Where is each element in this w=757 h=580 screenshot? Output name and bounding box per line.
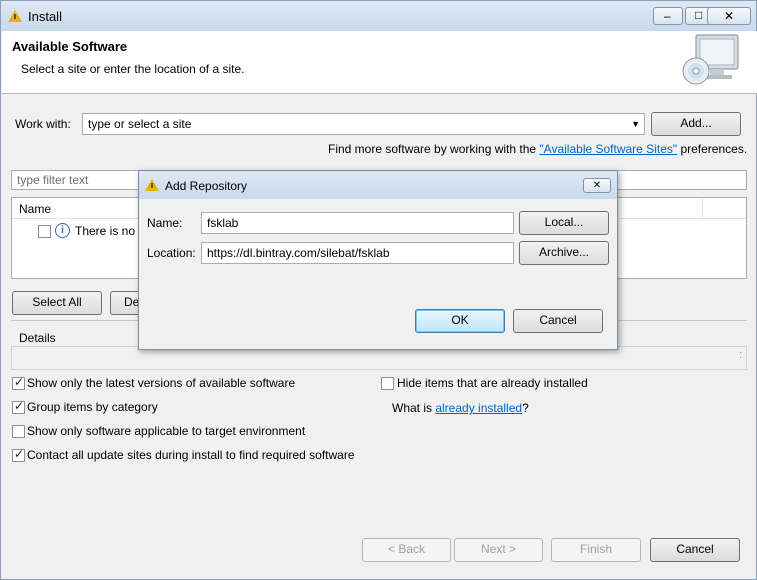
show-applicable-label: Show only software applicable to target …	[27, 424, 306, 438]
dialog-title: Add Repository	[165, 179, 248, 193]
contact-all-sites-checkbox[interactable]	[12, 447, 25, 462]
show-applicable-checkbox[interactable]	[12, 425, 25, 438]
dialog-cancel-button[interactable]: Cancel	[513, 309, 603, 333]
warning-icon	[8, 10, 22, 22]
details-scroll-icon[interactable]: ⁚	[739, 351, 742, 360]
show-latest-label: Show only the latest versions of availab…	[27, 376, 296, 390]
column-divider	[702, 198, 703, 219]
archive-button[interactable]: Archive...	[519, 241, 609, 265]
work-with-combo[interactable]: type or select a site ▼	[82, 113, 645, 135]
dialog-close-button[interactable]: ✕	[583, 178, 611, 193]
tree-row-text: There is no s	[75, 224, 145, 238]
next-button[interactable]: Next >	[454, 538, 543, 562]
dropdown-arrow-icon[interactable]: ▼	[631, 114, 640, 134]
tree-row-checkbox[interactable]	[38, 225, 51, 238]
info-icon: i	[55, 223, 70, 238]
close-button[interactable]: ✕	[707, 7, 751, 25]
close-icon: ✕	[724, 9, 735, 23]
details-label: Details	[19, 331, 56, 345]
page-title: Available Software	[12, 39, 128, 54]
name-label: Name:	[147, 216, 183, 230]
work-with-value: type or select a site	[88, 117, 192, 131]
available-software-sites-link[interactable]: "Available Software Sites"	[539, 142, 677, 156]
minimize-icon: –	[664, 9, 671, 23]
back-button[interactable]: < Back	[362, 538, 451, 562]
local-button[interactable]: Local...	[519, 211, 609, 235]
column-header-name[interactable]: Name	[19, 202, 51, 216]
location-input[interactable]: https://dl.bintray.com/silebat/fsklab	[201, 242, 514, 264]
work-with-label: Work with:	[15, 117, 71, 131]
window-title: Install	[28, 9, 62, 24]
select-all-button[interactable]: Select All	[12, 291, 102, 315]
find-more-suffix: preferences.	[677, 142, 748, 156]
add-site-button[interactable]: Add...	[651, 112, 741, 136]
add-repository-dialog: Add Repository ✕ Name: fsklab Local... L…	[138, 170, 618, 350]
already-installed-link[interactable]: already installed	[435, 401, 522, 415]
dialog-warning-icon	[145, 179, 159, 191]
wizard-banner: Available Software Select a site or ente…	[2, 31, 757, 94]
dialog-close-icon: ✕	[592, 180, 602, 191]
dialog-titlebar[interactable]: Add Repository ✕	[139, 171, 617, 199]
name-input[interactable]: fsklab	[201, 212, 514, 234]
hide-installed-label: Hide items that are already installed	[397, 376, 588, 390]
install-monitor-icon	[682, 34, 739, 85]
what-is-installed-text: What is already installed?	[392, 401, 529, 415]
group-by-category-label: Group items by category	[27, 400, 158, 414]
window-titlebar[interactable]: Install – □ ✕	[1, 1, 756, 31]
what-is-prefix: What is	[392, 401, 436, 415]
finish-button[interactable]: Finish	[551, 538, 641, 562]
minimize-button[interactable]: –	[653, 7, 683, 25]
location-label: Location:	[147, 246, 196, 260]
hide-installed-checkbox[interactable]	[381, 377, 394, 390]
cancel-button[interactable]: Cancel	[650, 538, 740, 562]
contact-all-sites-label: Contact all update sites during install …	[27, 448, 355, 462]
ok-button[interactable]: OK	[415, 309, 505, 333]
what-is-suffix: ?	[522, 401, 529, 415]
show-latest-checkbox[interactable]	[12, 375, 25, 390]
find-more-text: Find more software by working with the "…	[328, 142, 747, 156]
page-subtitle: Select a site or enter the location of a…	[21, 62, 245, 76]
group-by-category-checkbox[interactable]	[12, 399, 25, 414]
maximize-icon: □	[695, 8, 703, 22]
find-more-prefix: Find more software by working with the	[328, 142, 540, 156]
